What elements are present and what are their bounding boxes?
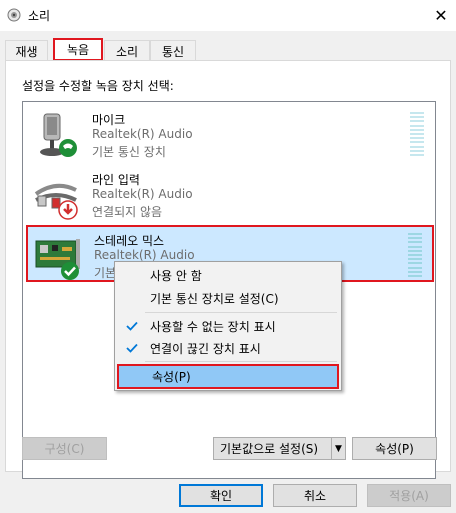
properties-button[interactable]: 속성(P) <box>352 437 437 460</box>
tab-sounds-label: 소리 <box>115 44 139 59</box>
device-item-microphone[interactable]: 마이크 Realtek(R) Audio 기본 통신 장치 <box>26 106 434 163</box>
window-title: 소리 <box>28 9 51 23</box>
set-default-label: 기본값으로 설정(S) <box>220 442 319 456</box>
menu-separator <box>145 361 337 362</box>
sound-dialog: 소리 ✕ 재생 녹음 소리 통신 설정을 수정할 녹음 장치 선택: 마이크 R… <box>0 0 456 513</box>
apply-label: 적용(A) <box>389 489 429 503</box>
menu-item-label: 사용 안 함 <box>150 268 202 283</box>
menu-item-show-disconnected[interactable]: 연결이 끊긴 장치 표시 <box>117 337 339 359</box>
device-item-line-in[interactable]: 라인 입력 Realtek(R) Audio 연결되지 않음 <box>26 166 434 223</box>
level-meter <box>410 112 424 156</box>
menu-item-disable[interactable]: 사용 안 함 <box>117 264 339 286</box>
device-name: 스테레오 믹스 <box>94 234 165 248</box>
cancel-label: 취소 <box>303 489 327 503</box>
checkmark-icon <box>126 321 138 331</box>
sound-card-icon <box>35 239 80 280</box>
checkmark-icon <box>126 343 138 353</box>
cancel-button[interactable]: 취소 <box>273 484 357 507</box>
speaker-app-icon <box>7 8 21 22</box>
title-bar: 소리 ✕ <box>0 0 456 31</box>
tab-communications-label: 통신 <box>161 44 185 59</box>
tab-communications[interactable]: 통신 <box>150 40 196 61</box>
tab-recording[interactable]: 녹음 <box>53 38 103 61</box>
menu-item-set-default-comm[interactable]: 기본 통신 장치로 설정(C) <box>117 287 339 309</box>
configure-button[interactable]: 구성(C) <box>22 437 107 460</box>
menu-item-label: 속성(P) <box>152 370 191 384</box>
tab-sounds[interactable]: 소리 <box>104 40 150 61</box>
microphone-icon <box>40 113 77 157</box>
menu-item-label: 기본 통신 장치로 설정(C) <box>150 291 279 306</box>
properties-label: 속성(P) <box>375 442 414 456</box>
ok-button[interactable]: 확인 <box>179 484 263 507</box>
menu-item-show-disabled[interactable]: 사용할 수 없는 장치 표시 <box>117 315 339 337</box>
device-status: 연결되지 않음 <box>92 205 163 219</box>
set-default-split-button[interactable]: 기본값으로 설정(S) ▼ <box>213 437 346 460</box>
menu-separator <box>145 312 337 313</box>
tab-playback[interactable]: 재생 <box>5 40 48 61</box>
level-meter <box>408 233 422 277</box>
context-menu: 사용 안 함 기본 통신 장치로 설정(C) 사용할 수 없는 장치 표시 연결… <box>114 261 342 391</box>
device-name: 라인 입력 <box>92 173 140 187</box>
device-driver: Realtek(R) Audio <box>94 248 195 262</box>
menu-item-label: 연결이 끊긴 장치 표시 <box>150 341 261 356</box>
ok-label: 확인 <box>209 489 233 503</box>
menu-item-label: 사용할 수 없는 장치 표시 <box>150 319 276 334</box>
device-name: 마이크 <box>92 113 126 127</box>
tab-recording-label: 녹음 <box>66 43 90 57</box>
menu-item-properties[interactable]: 속성(P) <box>117 364 339 389</box>
instruction-text: 설정을 수정할 녹음 장치 선택: <box>22 79 174 93</box>
close-button[interactable]: ✕ <box>426 0 456 31</box>
line-in-cable-icon <box>34 183 78 220</box>
device-status: 기본 통신 장치 <box>92 145 166 159</box>
device-driver: Realtek(R) Audio <box>92 127 193 141</box>
configure-label: 구성(C) <box>44 442 85 456</box>
apply-button[interactable]: 적용(A) <box>367 484 451 507</box>
chevron-down-icon[interactable]: ▼ <box>331 438 345 459</box>
close-icon: ✕ <box>434 6 448 25</box>
tab-playback-label: 재생 <box>15 44 38 59</box>
device-driver: Realtek(R) Audio <box>92 187 193 201</box>
device-status: 기본 <box>94 266 117 280</box>
